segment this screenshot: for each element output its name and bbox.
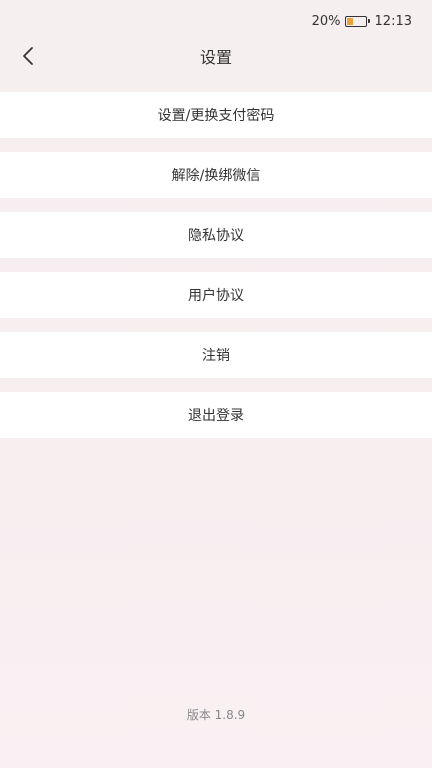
app-version: 版本 1.8.9 [186, 708, 246, 722]
chevron-left-icon [23, 47, 33, 65]
menu-item-user-agreement[interactable]: 用户协议 [0, 272, 432, 318]
page-title: 设置 [199, 48, 232, 67]
menu-item-payment-password[interactable]: 设置/更换支付密码 [0, 92, 432, 138]
menu-item-logout[interactable]: 退出登录 [0, 392, 432, 438]
battery-percent: 20% [311, 13, 341, 29]
menu-item-label: 用户协议 [188, 288, 244, 304]
menu-item-label: 隐私协议 [188, 228, 244, 244]
menu-item-deactivate-account[interactable]: 注销 [0, 332, 432, 378]
nav-bar: 设置 [0, 42, 432, 70]
menu-item-wechat-binding[interactable]: 解除/换绑微信 [0, 152, 432, 198]
menu-item-label: 设置/更换支付密码 [157, 108, 275, 124]
menu-item-label: 解除/换绑微信 [171, 168, 261, 184]
back-button[interactable] [14, 42, 42, 70]
status-time: 12:13 [374, 13, 412, 29]
status-bar: 20% 12:13 [0, 0, 432, 42]
menu-item-privacy-policy[interactable]: 隐私协议 [0, 212, 432, 258]
settings-menu: 设置/更换支付密码 解除/换绑微信 隐私协议 用户协议 注销 退出登录 [0, 92, 432, 452]
battery-icon [344, 15, 370, 27]
menu-item-label: 退出登录 [188, 408, 244, 424]
menu-item-label: 注销 [202, 348, 230, 364]
